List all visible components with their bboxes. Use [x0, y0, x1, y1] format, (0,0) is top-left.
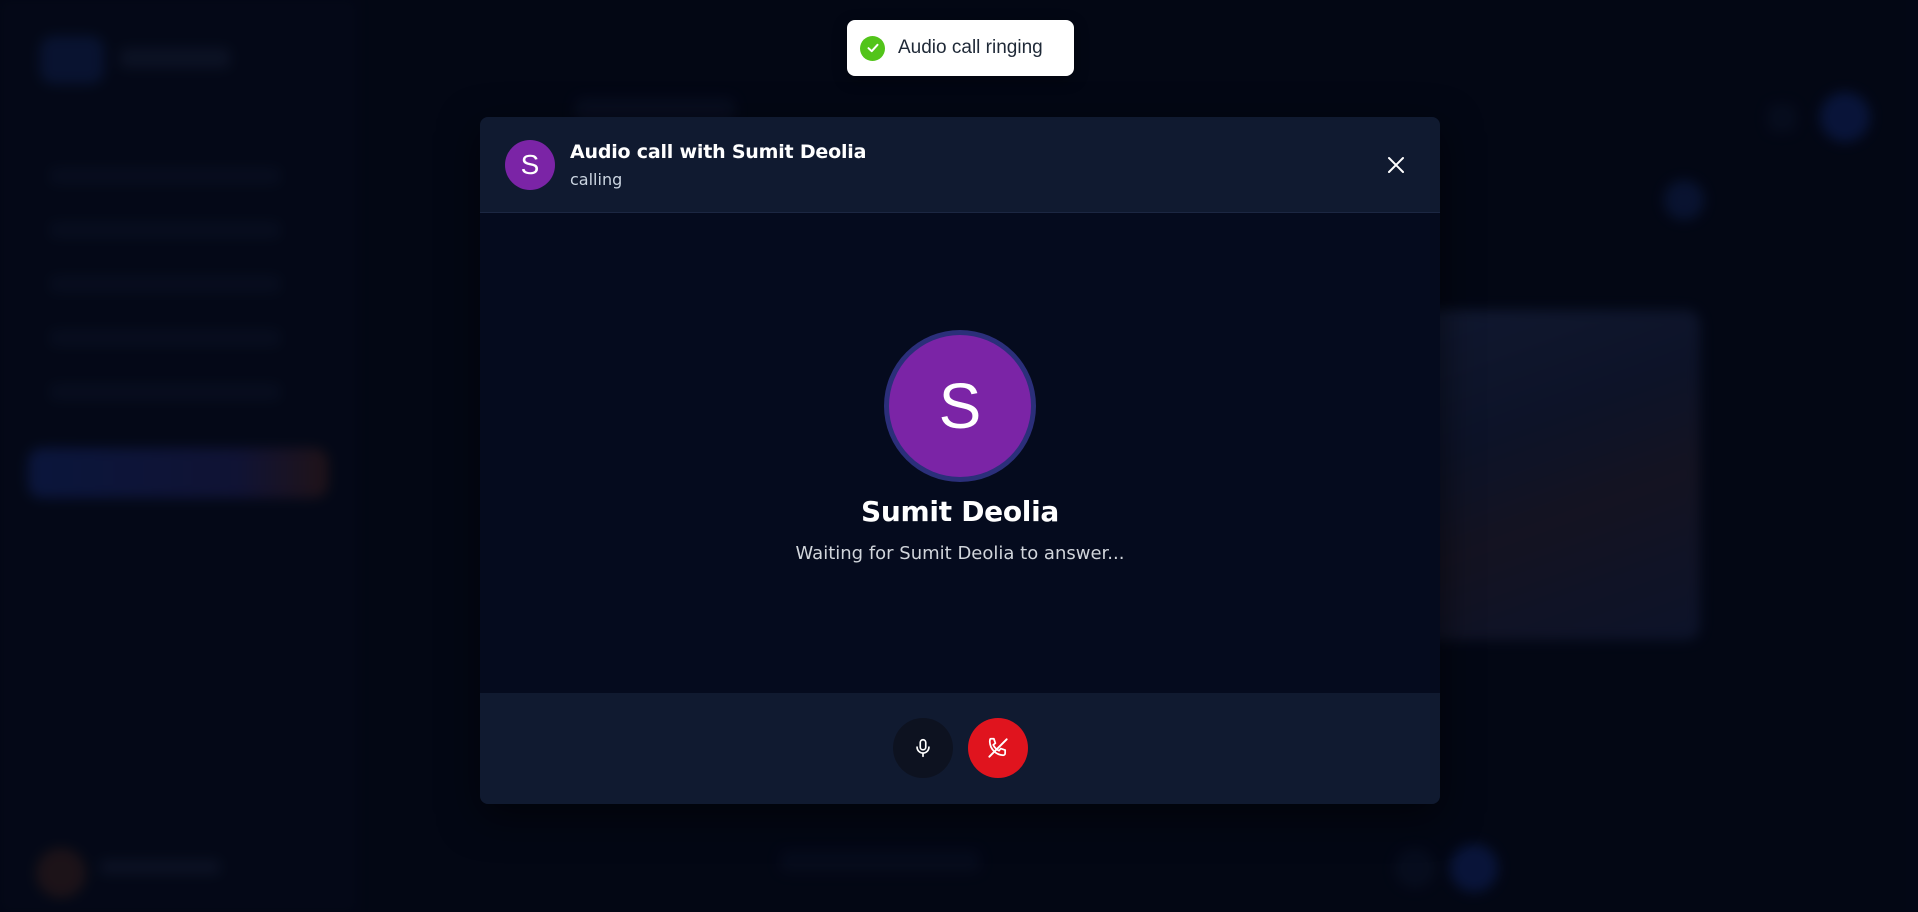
- call-dialog: S Audio call with Sumit Deolia calling S…: [480, 117, 1440, 804]
- dialog-title: Audio call with Sumit Deolia: [570, 141, 867, 163]
- callee-avatar: S: [889, 335, 1031, 477]
- microphone-icon: [916, 738, 930, 758]
- end-call-button[interactable]: [968, 718, 1028, 778]
- mute-button[interactable]: [893, 718, 953, 778]
- callee-avatar-ring: S: [884, 330, 1036, 482]
- toast-notification: Audio call ringing: [847, 20, 1074, 76]
- call-controls: [480, 693, 1440, 804]
- dialog-header: S Audio call with Sumit Deolia calling: [480, 117, 1440, 213]
- callee-name: Sumit Deolia: [861, 495, 1059, 528]
- toast-message: Audio call ringing: [898, 37, 1043, 58]
- close-icon: [1388, 157, 1404, 173]
- call-status: calling: [570, 170, 623, 189]
- avatar: S: [505, 140, 555, 190]
- phone-hangup-icon: [988, 737, 1008, 758]
- waiting-text: Waiting for Sumit Deolia to answer...: [795, 543, 1125, 564]
- close-button[interactable]: [1376, 145, 1416, 185]
- check-circle-icon: [860, 35, 885, 61]
